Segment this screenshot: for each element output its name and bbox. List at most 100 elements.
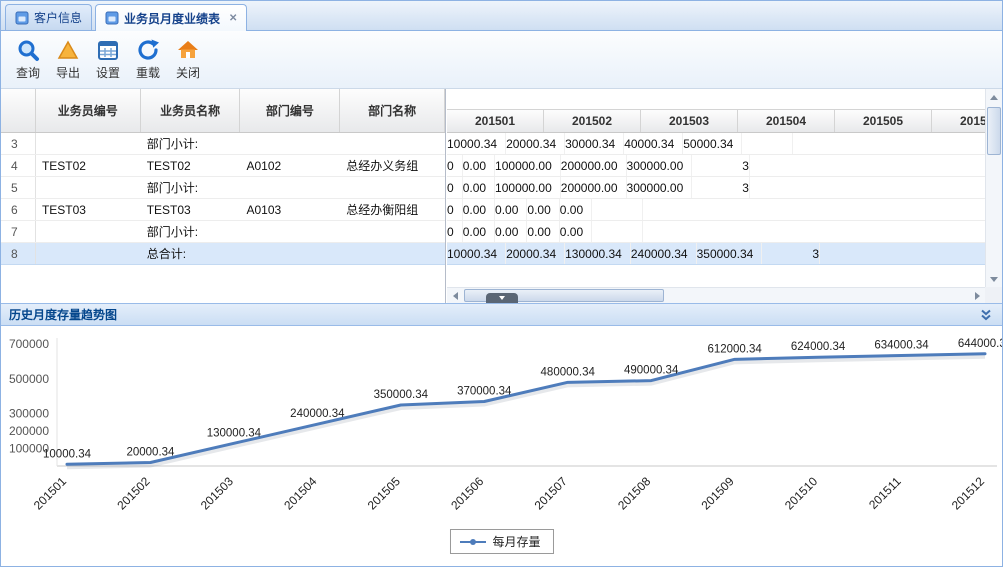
- cell: 部门小计:: [141, 221, 241, 242]
- vertical-scroll-thumb[interactable]: [987, 107, 1001, 155]
- tab-customer-info[interactable]: 客户信息: [5, 4, 92, 30]
- cell: 40000.34: [624, 133, 683, 154]
- cell: TEST02: [141, 155, 241, 176]
- table-row[interactable]: 7部门小计:: [1, 221, 445, 243]
- column-header[interactable]: 部门名称: [340, 89, 445, 132]
- cell: 0.00: [527, 221, 559, 242]
- x-axis-label: 201506: [448, 474, 486, 512]
- scroll-right-arrow[interactable]: [969, 288, 985, 303]
- vertical-scrollbar[interactable]: [985, 89, 1002, 287]
- cell: 0.00: [560, 221, 592, 242]
- cell: 3: [692, 177, 750, 198]
- x-axis-label: 201510: [782, 474, 820, 512]
- cell: 部门小计:: [141, 133, 241, 154]
- data-label: 480000.34: [541, 366, 596, 378]
- cell: [240, 133, 340, 154]
- tab-monthly-performance[interactable]: 业务员月度业绩表 ✕: [95, 4, 247, 31]
- cell: A0102: [240, 155, 340, 176]
- cell: TEST03: [36, 199, 141, 220]
- month-column-header[interactable]: 201501: [447, 109, 544, 132]
- tab-label: 业务员月度业绩表: [124, 10, 220, 27]
- month-column-header[interactable]: 201504: [738, 109, 835, 132]
- toolbar-close-button[interactable]: 关闭: [169, 34, 207, 86]
- scrollbar-corner: [985, 287, 1002, 303]
- column-header[interactable]: 部门编号: [240, 89, 340, 132]
- table-row[interactable]: 8总合计:: [1, 243, 445, 265]
- month-column-header[interactable]: 201506: [932, 109, 985, 132]
- cell: [240, 177, 340, 198]
- cell: 3: [692, 155, 750, 176]
- collapse-panel-icon[interactable]: [978, 307, 994, 323]
- table-row[interactable]: 00.000.000.000.00: [447, 199, 985, 221]
- x-axis-label: 201511: [866, 474, 904, 512]
- cell: 0.00: [463, 177, 495, 198]
- grid-panel: 业务员编号业务员名称部门编号部门名称 3部门小计:4TEST02TEST02A0…: [1, 89, 1002, 303]
- month-column-header[interactable]: 201503: [641, 109, 738, 132]
- table-row[interactable]: 00.00100000.00200000.00300000.003: [447, 155, 985, 177]
- cell: 0.00: [527, 199, 559, 220]
- cell: 300000.00: [627, 177, 693, 198]
- month-column-header[interactable]: 201505: [835, 109, 932, 132]
- x-axis-label: 201502: [114, 474, 152, 512]
- cell: [340, 243, 445, 264]
- toolbar-settings-button[interactable]: 设置: [89, 34, 127, 86]
- cell: 10000.34: [447, 243, 506, 264]
- toolbar-export-button[interactable]: 导出: [49, 34, 87, 86]
- grid-locked-section: 业务员编号业务员名称部门编号部门名称 3部门小计:4TEST02TEST02A0…: [1, 89, 446, 303]
- table-row[interactable]: 00.00100000.00200000.00300000.003: [447, 177, 985, 199]
- table-row[interactable]: 5部门小计:: [1, 177, 445, 199]
- row-number-column-header: [1, 89, 36, 132]
- reload-icon: [136, 38, 160, 62]
- cell: [36, 243, 141, 264]
- cell: TEST03: [141, 199, 241, 220]
- toolbar-reload-button[interactable]: 重载: [129, 34, 167, 86]
- toolbar-button-label: 查询: [16, 64, 40, 81]
- toolbar-query-button[interactable]: 查询: [9, 34, 47, 86]
- cell: 部门小计:: [141, 177, 241, 198]
- series-line: [67, 354, 985, 464]
- table-row[interactable]: 3 部门小计:: [1, 133, 445, 155]
- table-row[interactable]: 6TEST03TEST03A0103总经办衡阳组: [1, 199, 445, 221]
- splitter-collapse-handle[interactable]: [486, 293, 518, 303]
- scroll-down-arrow[interactable]: [986, 271, 1002, 287]
- x-axis-label: 201512: [949, 474, 987, 512]
- cell: TEST02: [36, 155, 141, 176]
- x-axis-label: 201507: [532, 474, 570, 512]
- y-axis-label: 700000: [9, 337, 49, 351]
- toolbar-button-label: 关闭: [176, 64, 200, 81]
- cell: 0.00: [463, 199, 495, 220]
- scroll-up-arrow[interactable]: [986, 89, 1002, 105]
- y-axis-label: 300000: [9, 407, 49, 421]
- row-number: 3: [1, 133, 36, 154]
- data-label: 644000.34: [958, 338, 1002, 350]
- legend-line-sample: [459, 541, 485, 543]
- table-row[interactable]: 10000.3420000.34130000.34240000.34350000…: [447, 243, 985, 265]
- cell: 0: [447, 199, 463, 220]
- cell: 0.00: [560, 199, 592, 220]
- month-column-header[interactable]: 201502: [544, 109, 641, 132]
- column-header[interactable]: 业务员名称: [141, 89, 241, 132]
- cell: 0: [447, 221, 463, 242]
- toolbar: 查询导出设置重载关闭: [1, 31, 1002, 89]
- app-window: 客户信息业务员月度业绩表✕ 查询导出设置重载关闭 业务员编号业务员名称部门编号部…: [0, 0, 1003, 567]
- cell: 0: [447, 177, 463, 198]
- table-row[interactable]: 00.000.000.000.00: [447, 221, 985, 243]
- cell: [742, 133, 793, 154]
- chart-legend[interactable]: 每月存量: [449, 529, 553, 554]
- data-label: 490000.34: [624, 365, 679, 377]
- horizontal-scrollbar[interactable]: [447, 287, 985, 303]
- tab-close-icon[interactable]: ✕: [229, 13, 237, 24]
- cell: 200000.00: [561, 177, 627, 198]
- data-label: 634000.34: [874, 340, 929, 352]
- grid-locked-rows: 3部门小计:4TEST02TEST02A0102总经办义务组5部门小计:6TES…: [1, 133, 445, 265]
- table-row[interactable]: 10000.3420000.3430000.3440000.3450000.34: [447, 133, 985, 155]
- tab-label: 客户信息: [34, 9, 82, 26]
- table-row[interactable]: 4TEST02TEST02A0102总经办义务组: [1, 155, 445, 177]
- cell: [36, 133, 141, 154]
- cell: [592, 199, 643, 220]
- cell: 20000.34: [506, 133, 565, 154]
- scroll-left-arrow[interactable]: [447, 288, 463, 303]
- column-header[interactable]: 业务员编号: [36, 89, 141, 132]
- cell: 100000.00: [495, 177, 561, 198]
- export-icon: [56, 38, 80, 62]
